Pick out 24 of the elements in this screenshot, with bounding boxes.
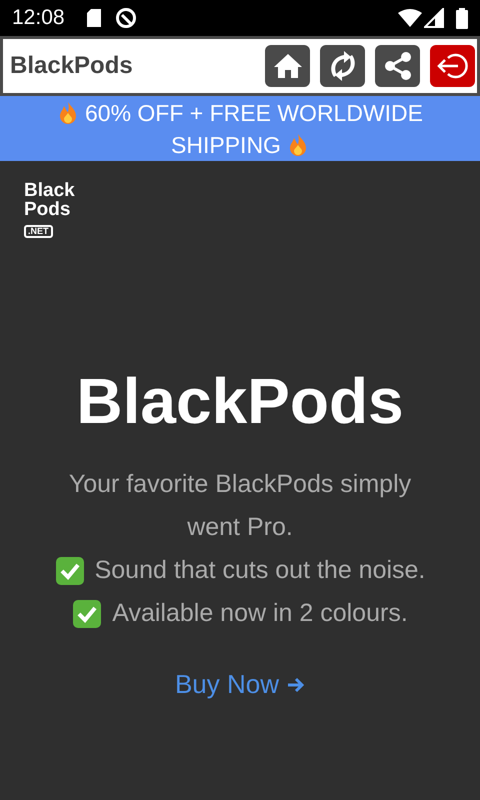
hero-subtitle: Your favorite BlackPods simply went Pro. [68, 469, 412, 543]
promo-text: 60% OFF + FREE WORLDWIDE [84, 98, 423, 128]
wifi-icon [398, 9, 422, 27]
arrow-icon [287, 676, 306, 694]
battery-icon [456, 8, 468, 28]
home-button[interactable] [265, 45, 310, 87]
share-button[interactable] [375, 45, 420, 87]
feature-text: Available now in 2 colours. [112, 598, 408, 629]
circle-icon [114, 7, 137, 29]
exit-icon [436, 51, 470, 81]
signal-icon [424, 8, 444, 28]
logo: Black Pods .NET [24, 181, 76, 238]
check-icon [72, 598, 102, 628]
home-icon [272, 52, 304, 80]
check-icon [54, 556, 85, 586]
hero-title: BlackPods [75, 366, 405, 436]
promo-text: SHIPPING [171, 130, 281, 160]
refresh-button[interactable] [320, 45, 365, 87]
buy-now-link[interactable]: Buy Now [174, 665, 306, 704]
app-title: BlackPods [10, 51, 134, 81]
exit-button[interactable] [430, 45, 475, 87]
feature-text: Sound that cuts out the noise. [94, 554, 426, 586]
status-time: 12:08 [12, 5, 65, 32]
sd-card-icon [86, 9, 101, 27]
